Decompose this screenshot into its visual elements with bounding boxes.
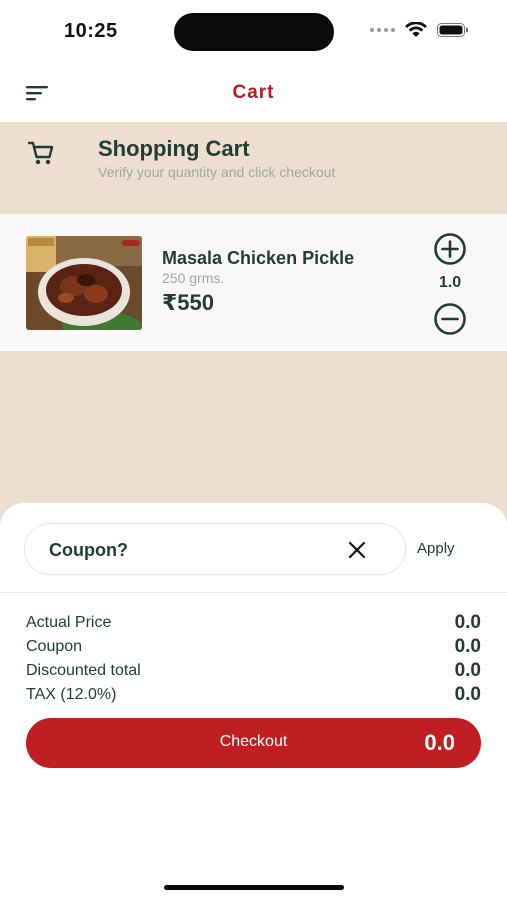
coupon-input[interactable] [49, 538, 329, 562]
status-icons [370, 22, 469, 38]
close-icon[interactable] [347, 540, 367, 560]
product-price: ₹550 [162, 290, 215, 315]
summary-value: 0.0 [454, 660, 481, 681]
wifi-icon [405, 22, 427, 37]
cart-header: Shopping Cart Verify your quantity and c… [0, 122, 507, 214]
cart-item: Masala Chicken Pickle 250 grms. ₹550 1.0 [0, 214, 507, 351]
summary-label: Coupon [26, 638, 83, 655]
checkout-total: 0.0 [424, 730, 455, 755]
status-bar: 10:25 [0, 0, 507, 62]
summary-row: Actual Price 0.0 [26, 611, 481, 635]
summary-label: Discounted total [26, 662, 141, 679]
checkout-label: Checkout [219, 733, 288, 750]
cart-title: Shopping Cart [98, 136, 250, 161]
dynamic-island [174, 13, 334, 51]
cart-subtitle: Verify your quantity and click checkout [98, 164, 336, 180]
price-summary: Actual Price 0.0 Coupon 0.0 Discounted t… [26, 611, 481, 707]
status-time: 10:25 [64, 20, 118, 42]
cart-content: Shopping Cart Verify your quantity and c… [0, 122, 507, 542]
coupon-row: Apply [0, 503, 507, 593]
product-weight: 250 grms. [162, 270, 225, 286]
product-name: Masala Chicken Pickle [162, 248, 355, 268]
battery-icon [437, 23, 468, 37]
plus-circle-icon[interactable] [433, 232, 467, 266]
quantity-value: 1.0 [438, 274, 462, 291]
summary-row: TAX (12.0%) 0.0 [26, 683, 481, 707]
order-summary-sheet: Apply Actual Price 0.0 Coupon 0.0 Discou… [0, 503, 507, 900]
summary-label: Actual Price [26, 614, 112, 631]
summary-value: 0.0 [454, 636, 481, 657]
apply-coupon-button[interactable]: Apply [417, 540, 455, 557]
minus-circle-icon[interactable] [433, 302, 467, 336]
summary-value: 0.0 [454, 684, 481, 705]
summary-label: TAX (12.0%) [26, 686, 117, 703]
signal-icon [370, 28, 395, 32]
home-indicator[interactable] [164, 885, 344, 890]
nav-bar: Cart [0, 62, 507, 122]
coupon-field [24, 523, 406, 575]
product-image [26, 236, 142, 330]
checkout-button[interactable]: Checkout 0.0 [26, 718, 481, 768]
summary-row: Coupon 0.0 [26, 635, 481, 659]
cart-icon [27, 141, 54, 165]
summary-value: 0.0 [454, 612, 481, 633]
summary-row: Discounted total 0.0 [26, 659, 481, 683]
page-title: Cart [232, 82, 275, 103]
